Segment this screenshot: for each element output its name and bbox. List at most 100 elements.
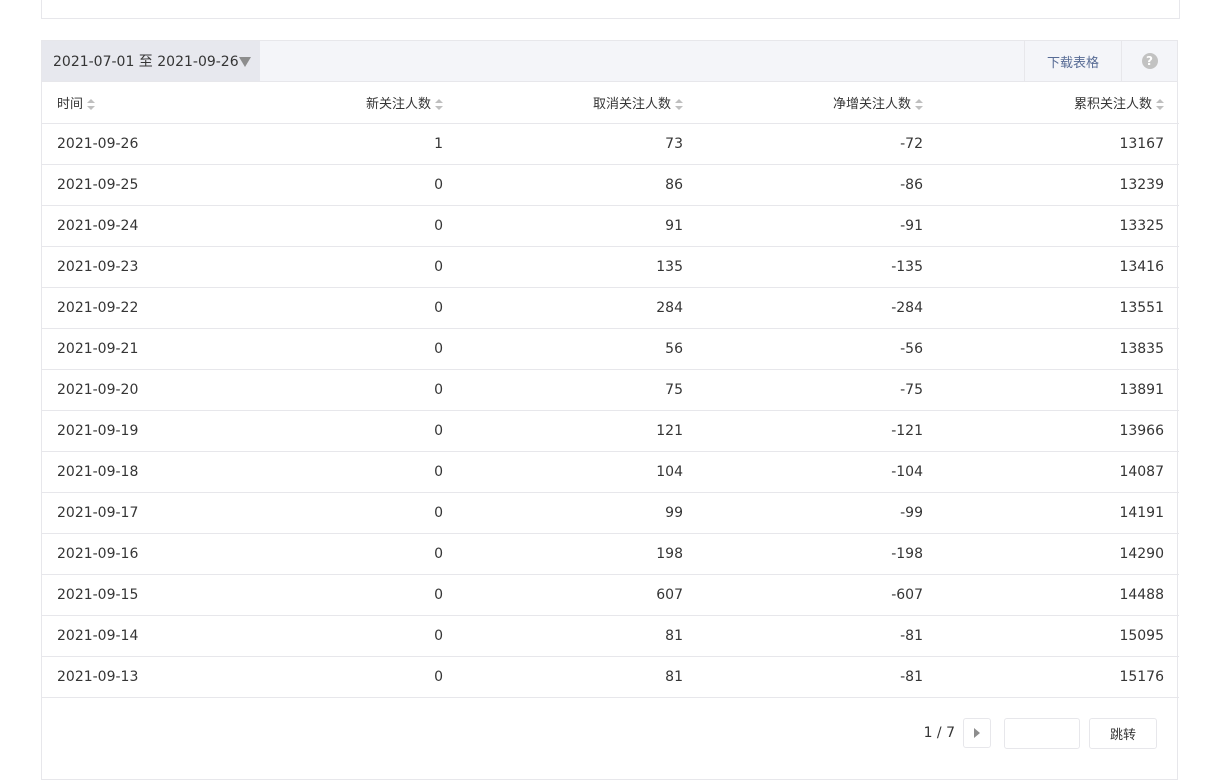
- cell-unfollowers: 198: [458, 533, 698, 575]
- table-header-row: 时间 新关注人数 取消关注人数 净增关注人数 累积关注人数: [42, 82, 1179, 124]
- cell-net-followers: -121: [698, 410, 938, 452]
- cell-date: 2021-09-22: [42, 287, 242, 329]
- table-row: 2021-09-13 0 81 -81 15176: [42, 656, 1179, 698]
- cell-net-followers: -56: [698, 328, 938, 370]
- cell-new-followers: 0: [242, 574, 458, 616]
- data-table-panel: 2021-07-01 至 2021-09-26 下载表格 ? 时间 新关注人数 …: [41, 40, 1179, 780]
- table-row: 2021-09-19 0 121 -121 13966: [42, 410, 1179, 452]
- dropdown-arrow-icon: [239, 57, 251, 67]
- page-jump-input[interactable]: [1004, 717, 1080, 749]
- cell-unfollowers: 56: [458, 328, 698, 370]
- next-page-button[interactable]: [963, 718, 991, 748]
- table-row: 2021-09-16 0 198 -198 14290: [42, 533, 1179, 575]
- cell-net-followers: -284: [698, 287, 938, 329]
- cell-unfollowers: 81: [458, 656, 698, 698]
- cell-unfollowers: 86: [458, 164, 698, 206]
- cell-total-followers: 13966: [938, 410, 1179, 452]
- cell-date: 2021-09-18: [42, 451, 242, 493]
- cell-total-followers: 13325: [938, 205, 1179, 247]
- cell-total-followers: 13416: [938, 246, 1179, 288]
- sort-icon[interactable]: [87, 98, 96, 110]
- table-row: 2021-09-14 0 81 -81 15095: [42, 615, 1179, 657]
- help-icon: ?: [1141, 53, 1158, 69]
- top-panel: [41, 0, 1180, 19]
- cell-net-followers: -104: [698, 451, 938, 493]
- cell-date: 2021-09-25: [42, 164, 242, 206]
- table-row: 2021-09-25 0 86 -86 13239: [42, 164, 1179, 206]
- cell-net-followers: -91: [698, 205, 938, 247]
- cell-net-followers: -607: [698, 574, 938, 616]
- download-table-button[interactable]: 下载表格: [1024, 41, 1121, 81]
- cell-date: 2021-09-14: [42, 615, 242, 657]
- table-row: 2021-09-17 0 99 -99 14191: [42, 492, 1179, 534]
- column-header-net-followers[interactable]: 净增关注人数: [698, 82, 938, 124]
- page-indicator: 1 / 7: [923, 725, 955, 741]
- cell-unfollowers: 91: [458, 205, 698, 247]
- cell-date: 2021-09-16: [42, 533, 242, 575]
- cell-total-followers: 14087: [938, 451, 1179, 493]
- sort-icon[interactable]: [435, 98, 443, 110]
- cell-net-followers: -81: [698, 615, 938, 657]
- cell-total-followers: 13891: [938, 369, 1179, 411]
- cell-unfollowers: 81: [458, 615, 698, 657]
- sort-icon[interactable]: [675, 98, 683, 110]
- cell-new-followers: 0: [242, 656, 458, 698]
- table-row: 2021-09-18 0 104 -104 14087: [42, 451, 1179, 493]
- cell-new-followers: 0: [242, 369, 458, 411]
- followers-table: 时间 新关注人数 取消关注人数 净增关注人数 累积关注人数 2021-09-26…: [42, 82, 1179, 698]
- date-range-dropdown[interactable]: 2021-07-01 至 2021-09-26: [42, 41, 260, 81]
- sort-icon[interactable]: [915, 98, 923, 110]
- column-header-new-followers[interactable]: 新关注人数: [242, 82, 458, 124]
- cell-total-followers: 14290: [938, 533, 1179, 575]
- cell-date: 2021-09-20: [42, 369, 242, 411]
- cell-date: 2021-09-15: [42, 574, 242, 616]
- cell-new-followers: 0: [242, 328, 458, 370]
- column-header-total-followers[interactable]: 累积关注人数: [938, 82, 1179, 124]
- cell-unfollowers: 121: [458, 410, 698, 452]
- column-header-label: 净增关注人数: [832, 96, 911, 112]
- cell-new-followers: 0: [242, 492, 458, 534]
- cell-total-followers: 13167: [938, 123, 1179, 165]
- table-toolbar: 2021-07-01 至 2021-09-26 下载表格 ?: [42, 41, 1177, 82]
- sort-icon[interactable]: [1156, 98, 1164, 110]
- cell-net-followers: -72: [698, 123, 938, 165]
- cell-new-followers: 0: [242, 615, 458, 657]
- cell-unfollowers: 284: [458, 287, 698, 329]
- column-header-label: 新关注人数: [365, 96, 431, 112]
- pagination: 1 / 7 跳转: [924, 717, 1157, 749]
- cell-date: 2021-09-13: [42, 656, 242, 698]
- cell-date: 2021-09-19: [42, 410, 242, 452]
- cell-unfollowers: 135: [458, 246, 698, 288]
- cell-total-followers: 15095: [938, 615, 1179, 657]
- cell-net-followers: -75: [698, 369, 938, 411]
- cell-total-followers: 15176: [938, 656, 1179, 698]
- cell-net-followers: -99: [698, 492, 938, 534]
- column-header-date[interactable]: 时间: [42, 82, 242, 124]
- cell-unfollowers: 104: [458, 451, 698, 493]
- cell-unfollowers: 607: [458, 574, 698, 616]
- cell-new-followers: 0: [242, 410, 458, 452]
- cell-total-followers: 13835: [938, 328, 1179, 370]
- date-range-label: 2021-07-01 至 2021-09-26: [53, 54, 239, 70]
- table-row: 2021-09-26 1 73 -72 13167: [42, 123, 1179, 165]
- cell-unfollowers: 73: [458, 123, 698, 165]
- column-header-label: 时间: [57, 96, 84, 112]
- table-row: 2021-09-21 0 56 -56 13835: [42, 328, 1179, 370]
- column-header-label: 取消关注人数: [592, 96, 671, 112]
- column-header-unfollowers[interactable]: 取消关注人数: [458, 82, 698, 124]
- table-body: 2021-09-26 1 73 -72 13167 2021-09-25 0 86 -86 13…: [42, 123, 1179, 698]
- cell-net-followers: -135: [698, 246, 938, 288]
- cell-total-followers: 13239: [938, 164, 1179, 206]
- cell-total-followers: 14191: [938, 492, 1179, 534]
- help-button[interactable]: ?: [1121, 41, 1177, 81]
- cell-new-followers: 0: [242, 164, 458, 206]
- table-row: 2021-09-20 0 75 -75 13891: [42, 369, 1179, 411]
- cell-new-followers: 0: [242, 287, 458, 329]
- table-row: 2021-09-22 0 284 -284 13551: [42, 287, 1179, 329]
- jump-button[interactable]: 跳转: [1089, 717, 1157, 749]
- cell-net-followers: -81: [698, 656, 938, 698]
- cell-date: 2021-09-24: [42, 205, 242, 247]
- table-row: 2021-09-24 0 91 -91 13325: [42, 205, 1179, 247]
- cell-net-followers: -198: [698, 533, 938, 575]
- cell-new-followers: 0: [242, 451, 458, 493]
